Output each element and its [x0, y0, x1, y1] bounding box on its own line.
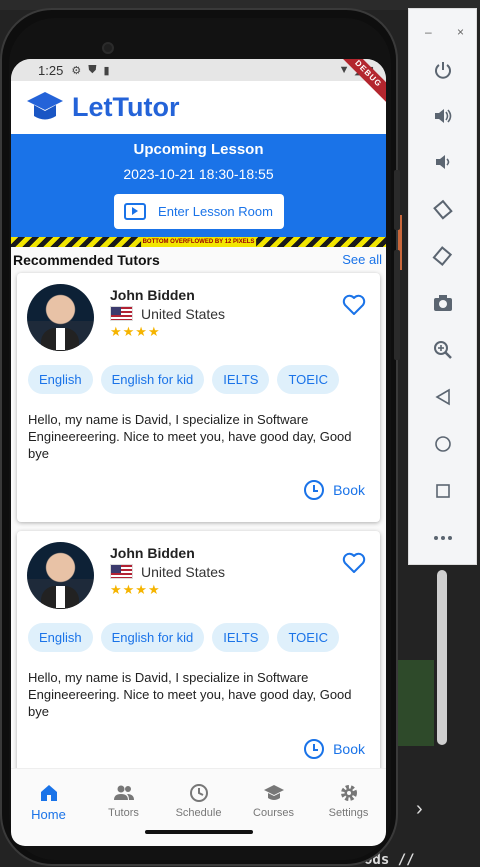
tag-chip[interactable]: English	[28, 623, 93, 652]
specialty-tags: English English for kid IELTS TOEIC	[28, 365, 339, 394]
recommended-tutors-header: Recommended Tutors See all	[11, 247, 386, 269]
wifi-icon: ▼	[338, 64, 350, 76]
enter-lesson-room-label: Enter Lesson Room	[158, 204, 273, 219]
nav-label-home: Home	[31, 807, 66, 822]
gear-icon	[340, 785, 357, 801]
enter-lesson-room-button[interactable]: Enter Lesson Room	[113, 194, 284, 229]
nav-label-courses: Courses	[253, 807, 294, 819]
see-all-link[interactable]: See all	[342, 252, 382, 267]
favorite-heart-icon[interactable]	[342, 552, 366, 574]
nav-item-tutors[interactable]: Tutors	[89, 783, 159, 819]
close-button[interactable]: ×	[457, 25, 464, 39]
clock-icon	[189, 784, 208, 802]
tutor-description: Hello, my name is David, I specialize in…	[28, 670, 352, 719]
background-scrollbar[interactable]	[437, 570, 447, 745]
overflow-warning-text: BOTTOM OVERFLOWED BY 12 PIXELS	[140, 237, 257, 247]
power-icon[interactable]	[432, 59, 454, 81]
nav-label-tutors: Tutors	[108, 807, 139, 819]
upcoming-lesson-banner: Upcoming Lesson 2023-10-21 18:30-18:55 E…	[11, 134, 386, 237]
overflow-warning-bar: BOTTOM OVERFLOWED BY 12 PIXELS	[11, 237, 386, 247]
nav-item-courses[interactable]: Courses	[239, 783, 309, 819]
tag-chip[interactable]: TOEIC	[277, 365, 339, 394]
app-header: LetTutor	[11, 81, 386, 134]
emulator-toolbar: – ×	[408, 8, 477, 565]
clock-icon	[304, 480, 325, 500]
tag-chip[interactable]: English for kid	[100, 623, 205, 652]
shield-status-icon: ⛊	[88, 63, 97, 76]
status-time: 1:25	[38, 62, 64, 78]
rotate-left-icon[interactable]	[432, 198, 454, 220]
tutor-country: United States	[141, 564, 226, 580]
phone-power-button	[394, 170, 400, 230]
tutor-country: United States	[141, 306, 226, 322]
more-icon[interactable]	[432, 527, 454, 549]
specialty-tags: English English for kid IELTS TOEIC	[28, 623, 339, 652]
tutor-rating-stars: ★★★★	[110, 324, 161, 339]
clock-icon	[304, 739, 325, 759]
home-circle-icon[interactable]	[432, 433, 454, 455]
nav-item-schedule[interactable]: Schedule	[164, 783, 234, 819]
us-flag-icon	[110, 564, 133, 579]
chevron-right-icon[interactable]: ›	[416, 798, 423, 821]
book-label: Book	[333, 482, 365, 498]
recommended-tutors-title: Recommended Tutors	[13, 251, 160, 268]
status-bar: 1:25 ⚙ ⛊ ▮ ▼ ◢ ▮	[11, 59, 386, 81]
camera-icon[interactable]	[432, 292, 454, 314]
book-label: Book	[333, 741, 365, 757]
nav-item-home[interactable]: Home	[14, 783, 84, 822]
zoom-icon[interactable]	[432, 339, 454, 361]
gesture-home-bar[interactable]	[145, 830, 253, 834]
graduation-cap-logo-icon	[27, 91, 63, 119]
tv-play-icon	[124, 203, 147, 220]
background-panel	[396, 660, 434, 746]
tutor-card[interactable]: John Bidden United States ★★★★ English E…	[17, 273, 380, 522]
people-icon	[113, 785, 134, 800]
nav-item-settings[interactable]: Settings	[314, 783, 384, 819]
tutor-avatar	[27, 542, 94, 609]
tutor-avatar	[27, 284, 94, 351]
tutor-card[interactable]: John Bidden United States ★★★★ English E…	[17, 531, 380, 781]
favorite-heart-icon[interactable]	[342, 294, 366, 316]
app-screen: 1:25 ⚙ ⛊ ▮ ▼ ◢ ▮ DEBUG LetTutor Upcoming…	[11, 59, 386, 846]
book-button[interactable]: Book	[304, 739, 365, 759]
nav-label-schedule: Schedule	[175, 807, 222, 819]
tag-chip[interactable]: English for kid	[100, 365, 205, 394]
us-flag-icon	[110, 306, 133, 321]
graduation-cap-icon	[263, 785, 284, 800]
overview-square-icon[interactable]	[432, 480, 454, 502]
nav-label-settings: Settings	[328, 807, 369, 819]
sdcard-status-icon: ▮	[103, 64, 110, 77]
tag-chip[interactable]: English	[28, 365, 93, 394]
upcoming-lesson-title: Upcoming Lesson	[133, 141, 264, 158]
front-camera	[102, 42, 114, 54]
back-icon[interactable]	[432, 386, 454, 408]
tutor-name: John Bidden	[110, 287, 195, 303]
upcoming-lesson-datetime: 2023-10-21 18:30-18:55	[123, 166, 274, 182]
bottom-navigation: Home Tutors Schedule Courses Settings	[11, 768, 386, 822]
tag-chip[interactable]: IELTS	[212, 365, 270, 394]
book-button[interactable]: Book	[304, 480, 365, 500]
phone-volume-button	[394, 250, 400, 360]
app-logo-text: LetTutor	[72, 92, 180, 122]
tutor-description: Hello, my name is David, I specialize in…	[28, 412, 352, 461]
tag-chip[interactable]: TOEIC	[277, 623, 339, 652]
minimize-button[interactable]: –	[425, 25, 432, 39]
tag-chip[interactable]: IELTS	[212, 623, 270, 652]
volume-up-icon[interactable]	[432, 105, 454, 127]
settings-status-icon: ⚙	[71, 64, 82, 77]
home-icon	[40, 785, 57, 801]
volume-down-icon[interactable]	[432, 151, 454, 173]
tutor-rating-stars: ★★★★	[110, 582, 161, 597]
tutor-name: John Bidden	[110, 545, 195, 561]
rotate-right-icon[interactable]	[432, 245, 454, 267]
